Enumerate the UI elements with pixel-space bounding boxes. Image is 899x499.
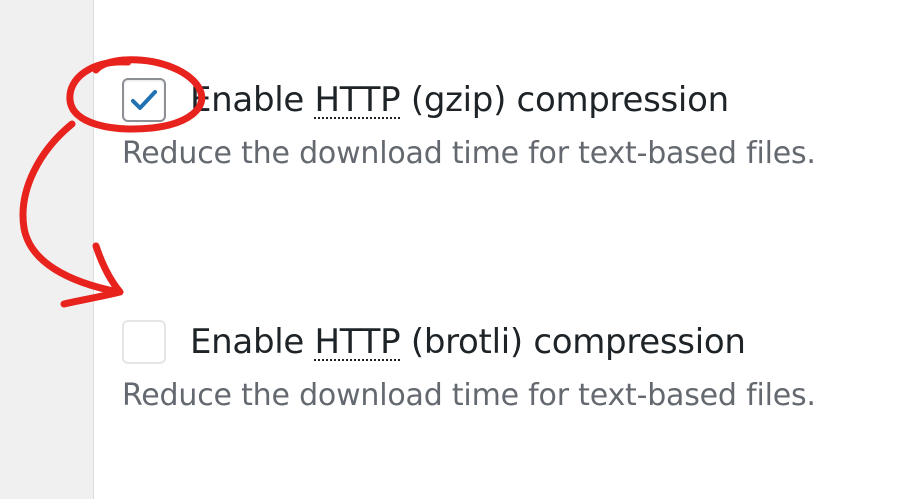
- gzip-option-row[interactable]: Enable HTTP (gzip) compression: [122, 76, 816, 124]
- brotli-option-row[interactable]: Enable HTTP (brotli) compression: [122, 318, 816, 366]
- http-abbreviation: HTTP: [314, 322, 401, 362]
- brotli-compression-option: Enable HTTP (brotli) compression Reduce …: [122, 318, 816, 413]
- settings-page: Enable HTTP (gzip) compression Reduce th…: [0, 0, 899, 499]
- red-annotation-overlay: [19, 56, 206, 308]
- label-suffix: (gzip) compression: [410, 80, 729, 120]
- gzip-compression-checkbox[interactable]: [122, 78, 166, 122]
- gzip-compression-label[interactable]: Enable HTTP (gzip) compression: [190, 80, 729, 120]
- label-prefix: Enable: [190, 80, 305, 120]
- admin-sidebar-edge: [0, 0, 94, 499]
- gzip-compression-option: Enable HTTP (gzip) compression Reduce th…: [122, 76, 816, 171]
- checkmark-icon: [131, 90, 157, 110]
- brotli-compression-label[interactable]: Enable HTTP (brotli) compression: [190, 322, 746, 362]
- label-prefix: Enable: [190, 322, 305, 362]
- brotli-compression-checkbox[interactable]: [122, 320, 166, 364]
- label-suffix: (brotli) compression: [410, 322, 746, 362]
- gzip-compression-description: Reduce the download time for text-based …: [122, 136, 816, 171]
- brotli-compression-description: Reduce the download time for text-based …: [122, 378, 816, 413]
- http-abbreviation: HTTP: [314, 80, 401, 120]
